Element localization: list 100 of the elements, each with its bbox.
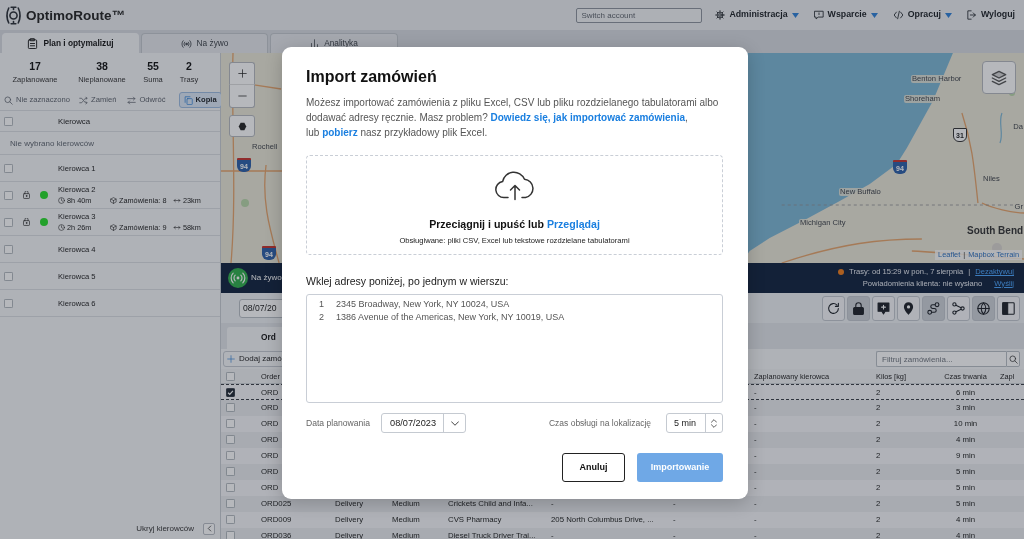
chat-icon [813, 10, 824, 20]
shuffle-icon [79, 95, 89, 105]
plus-icon [237, 69, 247, 78]
route-icon [927, 301, 940, 315]
chevron-left-icon [206, 525, 212, 532]
checkbox[interactable] [226, 515, 235, 524]
line-number: 1 [319, 298, 324, 311]
checkbox[interactable] [226, 387, 235, 397]
clipboard-icon [27, 38, 39, 49]
develop-menu-button[interactable]: Opracuj [892, 10, 952, 20]
checkbox[interactable] [226, 531, 235, 539]
checkbox[interactable] [4, 116, 13, 126]
double-arrow-icon [173, 197, 181, 204]
logout-icon [966, 10, 977, 20]
dialog-title: Import zamówień [306, 67, 438, 87]
checkbox[interactable] [226, 467, 235, 476]
status-dot-icon [838, 269, 845, 276]
address-input[interactable]: 1 2345 Broadway, New York, NY 10024, USA 2 1386 Avenue of the Americas, New York, NY 10019, USA [306, 294, 723, 403]
checkbox[interactable] [4, 244, 13, 254]
search-icon [4, 95, 13, 105]
box-icon [110, 224, 117, 231]
checkbox[interactable] [226, 371, 235, 381]
checkbox[interactable] [226, 451, 235, 460]
tab[interactable]: Plan i optymalizuj [2, 33, 139, 53]
logo-icon [4, 5, 23, 25]
tab[interactable]: Na żywo [141, 33, 268, 53]
download-link[interactable]: pobierz [322, 127, 358, 138]
pin-button[interactable] [897, 295, 920, 321]
comment-icon [877, 301, 890, 315]
cloud-upload-icon [493, 171, 536, 201]
chevron-down-icon [450, 420, 459, 426]
box-icon [110, 197, 117, 204]
stat-value: 17 [29, 59, 41, 72]
plus-icon [227, 355, 235, 363]
sidebar-button[interactable] [997, 295, 1020, 321]
filter-field[interactable]: Filtruj zamówienia... [876, 351, 1006, 367]
admin-menu-button[interactable]: Administracja [715, 10, 799, 20]
broadcast-icon [228, 268, 248, 288]
dropzone-prompt: Przeciągnij i upuść lub Przeglądaj [429, 217, 600, 231]
stat-value: 55 [147, 59, 159, 72]
checkbox[interactable] [4, 298, 13, 308]
date-field[interactable]: 08/07/2023 [381, 413, 467, 433]
minus-icon [237, 95, 247, 97]
bar-chart-icon [310, 39, 320, 48]
service-time-field[interactable]: 5 min [666, 413, 723, 433]
globe-button[interactable] [972, 295, 995, 321]
draw-polygon-button[interactable] [229, 115, 255, 137]
import-description: Możesz importować zamówienia z pliku Excel, CSV lub pliku rozdzielanego tabulatorami albo dodawać adresy ręcznie. Masz problem? Dowiedz się, jak importować zamówienia, lub pobierz nasz przykładowy plik Excel. [306, 96, 720, 140]
paste-label: Wklej adresy poniżej, po jednym w wierszu: [306, 274, 510, 289]
up-down-arrows-icon [711, 417, 717, 429]
logout-button[interactable]: Wyloguj [966, 10, 1015, 20]
layers-button[interactable] [982, 61, 1016, 94]
collapse-button[interactable] [203, 522, 215, 535]
zoom-in-button[interactable] [229, 62, 255, 85]
clock-icon [58, 197, 65, 204]
polygon-icon [237, 121, 247, 131]
line-number: 2 [319, 311, 324, 324]
lock-icon [852, 301, 865, 315]
date-label: Data planowania [306, 418, 371, 428]
cancel-button[interactable]: Anuluj [562, 453, 625, 482]
clock-icon [58, 224, 65, 231]
address-line: 1386 Avenue of the Americas, New York, NY 10019, USA [336, 311, 565, 324]
search-button[interactable] [1006, 351, 1020, 367]
zoom-out-button[interactable] [229, 85, 255, 108]
gear-icon [715, 10, 726, 20]
logo-text: OptimoRoute™ [26, 7, 125, 23]
browse-link[interactable]: Przeglądaj [546, 218, 600, 230]
lock-icon[interactable] [23, 191, 30, 199]
waypoints-icon [952, 301, 965, 315]
waypoints-button[interactable] [947, 295, 970, 321]
support-menu-button[interactable]: Wsparcie [813, 10, 878, 20]
service-time-label: Czas obsługi na lokalizację [548, 418, 651, 428]
checkbox[interactable] [4, 271, 13, 281]
refresh-button[interactable] [822, 295, 845, 321]
account-search-field[interactable]: Switch account [576, 7, 703, 23]
lock-button[interactable] [847, 295, 870, 321]
checkbox[interactable] [226, 403, 235, 412]
copy-icon [183, 95, 193, 105]
live-button[interactable]: Na żywo [228, 268, 282, 288]
comment-button[interactable] [872, 295, 895, 321]
checkbox[interactable] [4, 217, 13, 227]
lock-icon[interactable] [23, 218, 30, 226]
checkbox[interactable] [226, 483, 235, 492]
stat-value: 2 [186, 59, 192, 72]
checkbox[interactable] [4, 163, 13, 173]
hide-drivers-label: Ukryj kierowców [136, 524, 194, 533]
code-icon [892, 10, 904, 20]
checkbox[interactable] [226, 419, 235, 428]
globe-icon [977, 301, 990, 315]
checkbox[interactable] [226, 499, 235, 508]
swap-icon [127, 95, 137, 105]
checkbox[interactable] [4, 190, 13, 200]
route-button[interactable] [922, 295, 945, 321]
refresh-icon [827, 301, 840, 315]
search-icon [1008, 354, 1018, 364]
checkbox[interactable] [226, 435, 235, 444]
map-pin-icon [902, 301, 915, 315]
stat-value: 38 [96, 59, 108, 72]
double-arrow-icon [173, 224, 181, 231]
empty-message: Nie wybrano kierowców [10, 138, 95, 148]
